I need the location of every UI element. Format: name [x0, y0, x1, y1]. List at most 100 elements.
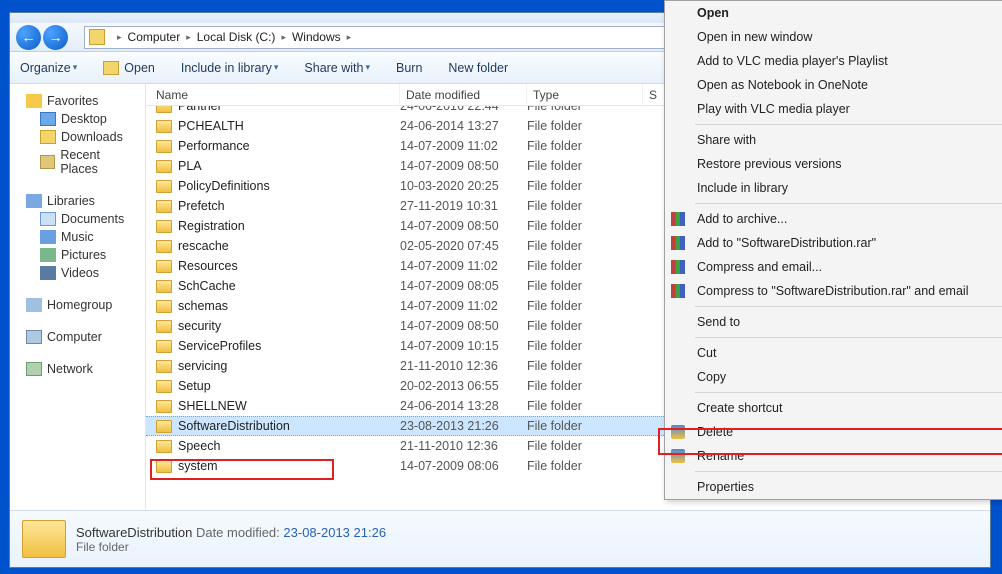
file-type: File folder — [527, 399, 643, 413]
sidebar-music[interactable]: Music — [10, 228, 145, 246]
sidebar-label: Favorites — [47, 94, 98, 108]
cm-send-to[interactable]: Send to — [665, 310, 1002, 334]
sidebar-pictures[interactable]: Pictures — [10, 246, 145, 264]
cm-open-new-window[interactable]: Open in new window — [665, 25, 1002, 49]
sidebar-computer[interactable]: Computer — [10, 328, 145, 346]
cm-share-with[interactable]: Share with — [665, 128, 1002, 152]
folder-icon — [156, 340, 172, 353]
details-name: SoftwareDistribution — [76, 525, 192, 540]
sidebar-homegroup[interactable]: Homegroup — [10, 296, 145, 314]
shield-icon — [671, 425, 685, 439]
column-date[interactable]: Date modified — [400, 84, 527, 105]
cm-include-library[interactable]: Include in library — [665, 176, 1002, 200]
cm-label: Add to archive... — [697, 212, 787, 226]
cm-add-archive[interactable]: Add to archive... — [665, 207, 1002, 231]
sidebar-label: Pictures — [61, 248, 106, 262]
network-icon — [26, 362, 42, 376]
open-button[interactable]: Open — [103, 61, 155, 75]
include-library-button[interactable]: Include in library — [181, 61, 279, 75]
sidebar-label: Network — [47, 362, 93, 376]
cm-vlc-play[interactable]: Play with VLC media player — [665, 97, 1002, 121]
file-name: PCHEALTH — [178, 119, 244, 133]
cm-open[interactable]: Open — [665, 1, 1002, 25]
folder-icon — [156, 220, 172, 233]
file-type: File folder — [527, 299, 643, 313]
column-name[interactable]: Name — [146, 84, 400, 105]
cm-label: Compress to "SoftwareDistribution.rar" a… — [697, 284, 968, 298]
cm-rename[interactable]: Rename — [665, 444, 1002, 468]
chevron-right-icon: ▸ — [347, 32, 352, 43]
file-date: 27-11-2019 10:31 — [400, 199, 527, 213]
file-date: 23-08-2013 21:26 — [400, 419, 527, 433]
folder-icon — [156, 240, 172, 253]
details-modified-label: Date modified: — [196, 525, 280, 540]
cm-cut[interactable]: Cut — [665, 341, 1002, 365]
cm-create-shortcut[interactable]: Create shortcut — [665, 396, 1002, 420]
cm-restore-versions[interactable]: Restore previous versions — [665, 152, 1002, 176]
file-date: 24-06-2014 13:28 — [400, 399, 527, 413]
cm-properties[interactable]: Properties — [665, 475, 1002, 499]
open-label: Open — [124, 61, 155, 75]
share-with-button[interactable]: Share with — [304, 61, 370, 75]
cm-compress-email[interactable]: Compress and email... — [665, 255, 1002, 279]
sidebar-favorites[interactable]: Favorites — [10, 92, 145, 110]
file-date: 20-02-2013 06:55 — [400, 379, 527, 393]
cm-onenote[interactable]: Open as Notebook in OneNote — [665, 73, 1002, 97]
folder-icon — [156, 180, 172, 193]
sidebar-network[interactable]: Network — [10, 360, 145, 378]
back-button[interactable]: ← — [16, 25, 41, 50]
breadcrumb-segment[interactable]: Computer — [128, 30, 181, 44]
sidebar: Favorites Desktop Downloads Recent Place… — [10, 84, 146, 510]
file-type: File folder — [527, 199, 643, 213]
column-type[interactable]: Type — [527, 84, 643, 105]
sidebar-downloads[interactable]: Downloads — [10, 128, 145, 146]
file-type: File folder — [527, 419, 643, 433]
file-date: 24-06-2014 13:27 — [400, 119, 527, 133]
winrar-icon — [671, 212, 685, 226]
file-name: SHELLNEW — [178, 399, 247, 413]
cm-label: Compress and email... — [697, 260, 822, 274]
file-date: 14-07-2009 10:15 — [400, 339, 527, 353]
file-name: Prefetch — [178, 199, 225, 213]
sidebar-documents[interactable]: Documents — [10, 210, 145, 228]
file-name: PLA — [178, 159, 202, 173]
forward-button[interactable]: → — [43, 25, 68, 50]
file-name: Resources — [178, 259, 238, 273]
folder-icon — [156, 140, 172, 153]
sidebar-label: Libraries — [47, 194, 95, 208]
file-type: File folder — [527, 106, 643, 113]
organize-button[interactable]: Organize — [20, 61, 77, 75]
chevron-right-icon: ▸ — [117, 32, 122, 43]
chevron-right-icon: ▸ — [281, 32, 286, 43]
cm-vlc-playlist[interactable]: Add to VLC media player's Playlist — [665, 49, 1002, 73]
separator — [695, 203, 1002, 204]
folder-icon — [156, 160, 172, 173]
sidebar-label: Videos — [61, 266, 99, 280]
file-type: File folder — [527, 159, 643, 173]
sidebar-label: Music — [61, 230, 94, 244]
file-type: File folder — [527, 459, 643, 473]
cm-compress-rar-email[interactable]: Compress to "SoftwareDistribution.rar" a… — [665, 279, 1002, 303]
new-folder-button[interactable]: New folder — [448, 61, 508, 75]
recent-icon — [40, 155, 55, 169]
cm-label: Rename — [697, 449, 744, 463]
breadcrumb-segment[interactable]: Local Disk (C:) — [197, 30, 276, 44]
cm-delete[interactable]: Delete — [665, 420, 1002, 444]
cm-add-rar[interactable]: Add to "SoftwareDistribution.rar" — [665, 231, 1002, 255]
folder-icon — [156, 300, 172, 313]
folder-icon — [156, 440, 172, 453]
cm-copy[interactable]: Copy — [665, 365, 1002, 389]
burn-button[interactable]: Burn — [396, 61, 422, 75]
sidebar-videos[interactable]: Videos — [10, 264, 145, 282]
file-date: 21-11-2010 12:36 — [400, 359, 527, 373]
folder-icon — [156, 320, 172, 333]
sidebar-libraries[interactable]: Libraries — [10, 192, 145, 210]
sidebar-label: Documents — [61, 212, 124, 226]
file-name: Setup — [178, 379, 211, 393]
folder-icon — [156, 106, 172, 113]
breadcrumb-segment[interactable]: Windows — [292, 30, 341, 44]
sidebar-recent-places[interactable]: Recent Places — [10, 146, 145, 178]
file-name: schemas — [178, 299, 228, 313]
sidebar-desktop[interactable]: Desktop — [10, 110, 145, 128]
sidebar-label: Computer — [47, 330, 102, 344]
